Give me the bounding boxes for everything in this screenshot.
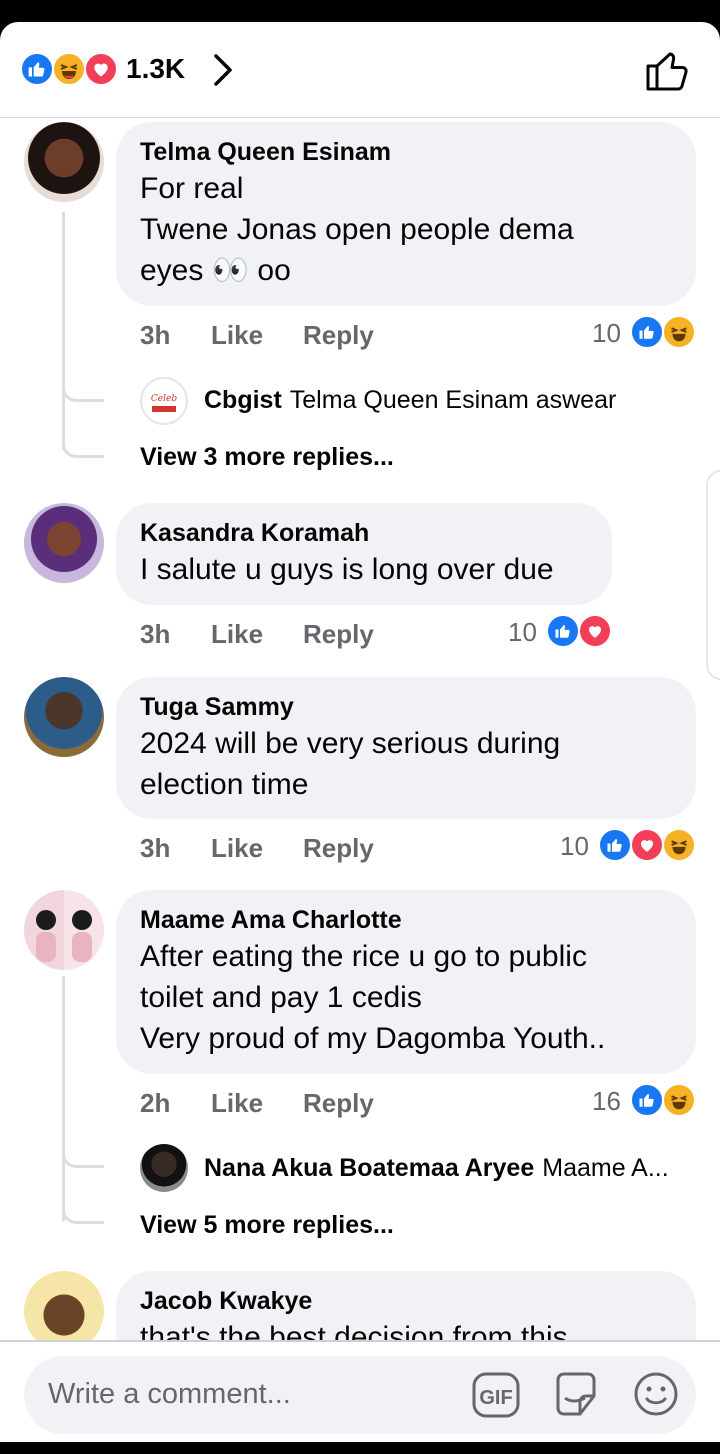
comment-bubble: Kasandra Koramah I salute u guys is long… [116,503,612,605]
reply-avatar[interactable] [140,1144,188,1192]
sticker-icon[interactable] [552,1370,600,1425]
comment-time: 3h [140,833,171,863]
like-link[interactable]: Like [211,619,263,650]
like-post-thumb-icon[interactable] [644,48,692,97]
reactions-header[interactable]: 1.3K [0,22,720,118]
comment-bubble: Maame Ama Charlotte After eating the ric… [116,890,696,1074]
reply-text: Maame A... [542,1154,669,1182]
like-reaction-icon [630,315,664,349]
avatar[interactable] [24,677,104,757]
comments-sheet: 1.3K Telma Queen Esinam For real Twene J… [0,22,720,1442]
thread-elbow [62,1168,104,1224]
comment-composer: Write a comment... GIF [0,1340,720,1442]
comment-reaction-count[interactable]: 10 [592,318,621,349]
comment-author[interactable]: Telma Queen Esinam [140,136,672,168]
reply-link[interactable]: Reply [303,833,374,864]
haha-reaction-icon [662,828,696,862]
love-reaction-icon [84,52,118,86]
chevron-right-icon[interactable] [208,52,236,93]
like-reaction-icon [598,828,632,862]
comment-text: I salute u guys is long over due [140,553,554,586]
reply-link[interactable]: Reply [303,320,374,351]
reply-link[interactable]: Reply [303,619,374,650]
comment-author[interactable]: Jacob Kwakye [140,1285,672,1317]
comment-text: For real Twene Jonas open people dema ey… [140,172,574,287]
like-reaction-icon [630,1083,664,1117]
comment-bubble: Telma Queen Esinam For real Twene Jonas … [116,122,696,306]
gif-icon[interactable]: GIF [472,1372,520,1423]
view-more-replies[interactable]: View 3 more replies... [140,443,394,472]
comment-actions: 2h Like Reply [140,1088,540,1122]
comment-time: 3h [140,320,171,350]
love-reaction-icon [578,614,612,648]
view-more-replies[interactable]: View 5 more replies... [140,1211,394,1240]
comment-input[interactable]: Write a comment... GIF [24,1356,696,1434]
comment-reaction-count[interactable]: 10 [508,617,537,648]
svg-text:GIF: GIF [479,1387,512,1409]
like-link[interactable]: Like [211,1088,263,1119]
avatar[interactable] [24,1271,104,1351]
reaction-count: 1.3K [126,53,186,84]
comment-reaction-count[interactable]: 10 [560,831,589,862]
like-reaction-icon [546,614,580,648]
like-link[interactable]: Like [211,320,263,351]
comment-actions: 3h Like Reply [140,619,540,653]
comment-reaction-count[interactable]: 16 [592,1086,621,1117]
haha-reaction-icon [662,1083,696,1117]
comment-text: 2024 will be very serious during electio… [140,727,561,801]
reply-preview[interactable]: Nana Akua Boatemaa Aryee Maame A... [204,1154,694,1183]
svg-text:Celeb: Celeb [151,394,177,404]
comment-bubble: Tuga Sammy 2024 will be very serious dur… [116,677,696,819]
emoji-icon[interactable] [632,1370,680,1423]
thread-elbow [62,1118,104,1168]
like-link[interactable]: Like [211,833,263,864]
thread-elbow [62,402,104,458]
reply-text: Telma Queen Esinam aswear [289,386,617,414]
comment-time: 3h [140,619,171,649]
haha-reaction-icon [52,52,86,86]
reply-author[interactable]: Cbgist [204,386,282,414]
side-scroll-handle[interactable] [706,470,720,680]
comment-time: 2h [140,1088,171,1118]
comment-actions: 3h Like Reply [140,833,540,867]
reply-link[interactable]: Reply [303,1088,374,1119]
reply-preview[interactable]: Cbgist Telma Queen Esinam aswear [204,386,704,415]
comment-author[interactable]: Tuga Sammy [140,691,672,723]
avatar[interactable] [24,503,104,583]
love-reaction-icon [630,828,664,862]
haha-reaction-icon [662,315,696,349]
comment-author[interactable]: Maame Ama Charlotte [140,904,672,936]
reply-author[interactable]: Nana Akua Boatemaa Aryee [204,1154,534,1182]
avatar[interactable] [24,122,104,202]
thread-elbow [62,352,104,402]
comment-author[interactable]: Kasandra Koramah [140,517,588,549]
comment-input-placeholder: Write a comment... [48,1378,291,1410]
like-reaction-icon [20,52,54,86]
avatar[interactable] [24,890,104,970]
comment-text: After eating the rice u go to public toi… [140,940,606,1055]
reply-avatar[interactable]: Celeb [140,377,188,425]
